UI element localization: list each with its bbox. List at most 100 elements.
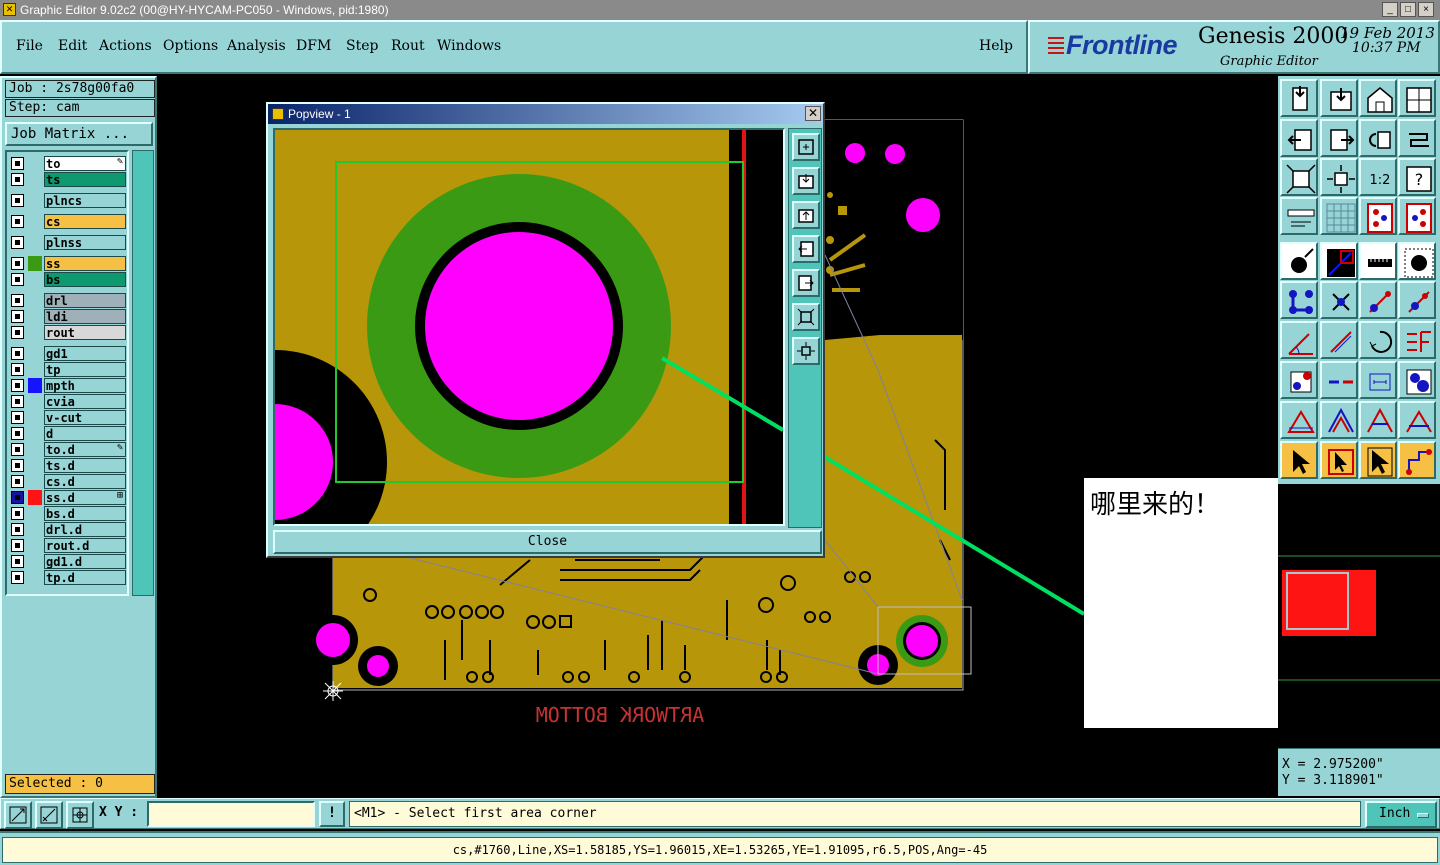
tool-snap-points-alt-button[interactable]: [1398, 197, 1436, 235]
layer-checkbox[interactable]: [11, 395, 24, 408]
layer-row-tp-d[interactable]: tp.d: [9, 570, 127, 585]
layer-checkbox[interactable]: [11, 379, 24, 392]
layer-row-ts[interactable]: ts: [9, 172, 127, 187]
layer-row-plnss[interactable]: plnss: [9, 235, 127, 250]
layer-checkbox[interactable]: [11, 523, 24, 536]
popview-titlebar[interactable]: Popview - 1 ✕: [268, 104, 823, 124]
layer-row-mpth[interactable]: mpth: [9, 378, 127, 393]
popview-pan-left-button[interactable]: [792, 235, 820, 263]
tool-ruler-button[interactable]: [1359, 242, 1397, 280]
popview-fit-button[interactable]: [792, 303, 820, 331]
menu-windows[interactable]: Windows: [437, 38, 501, 54]
xy-input[interactable]: [147, 801, 315, 827]
layer-name[interactable]: ts: [44, 172, 126, 187]
layer-checkbox[interactable]: [11, 257, 24, 270]
layer-name[interactable]: ss.d: [44, 490, 126, 505]
layer-checkbox[interactable]: [11, 539, 24, 552]
layer-row-drl-d[interactable]: drl.d: [9, 522, 127, 537]
layer-row-plncs[interactable]: plncs: [9, 193, 127, 208]
layer-name[interactable]: drl: [44, 293, 126, 308]
layer-checkbox[interactable]: [11, 157, 24, 170]
maximize-button[interactable]: □: [1400, 2, 1416, 17]
layer-checkbox[interactable]: [11, 194, 24, 207]
tool-triangle-c-button[interactable]: [1359, 401, 1397, 439]
tool-triangle-a-button[interactable]: [1280, 401, 1318, 439]
layer-row-rout-d[interactable]: rout.d: [9, 538, 127, 553]
layer-row-cvia[interactable]: cvia: [9, 394, 127, 409]
layer-color-swatch[interactable]: [28, 256, 42, 271]
tool-fit-all-button[interactable]: [1280, 158, 1318, 196]
tool-zoom-home-button[interactable]: [1280, 79, 1318, 117]
popview-zoom-in-button[interactable]: [792, 167, 820, 195]
tool-move-node-button[interactable]: [1280, 361, 1318, 399]
popview-close-button[interactable]: Close: [273, 530, 822, 554]
tool-pad-group-button[interactable]: [1398, 361, 1436, 399]
layer-list-scrollbar[interactable]: [132, 150, 154, 596]
layer-name[interactable]: rout: [44, 325, 126, 340]
tool-add-point-button[interactable]: [1398, 281, 1436, 319]
layer-row-ts-d[interactable]: ts.d: [9, 458, 127, 473]
layer-row-rout[interactable]: rout: [9, 325, 127, 340]
layer-name[interactable]: ts.d: [44, 458, 126, 473]
close-window-button[interactable]: ×: [1418, 2, 1434, 17]
layer-name[interactable]: cvia: [44, 394, 126, 409]
tool-text-tool-button[interactable]: [1398, 321, 1436, 359]
tool-snap-points-button[interactable]: [1359, 197, 1397, 235]
layer-row-to-d[interactable]: to.d ✎: [9, 442, 127, 457]
tool-move-point-button[interactable]: [1359, 281, 1397, 319]
layer-checkbox[interactable]: [11, 475, 24, 488]
layer-checkbox[interactable]: [11, 173, 24, 186]
layer-checkbox[interactable]: [11, 491, 24, 504]
tool-pad-round-button[interactable]: [1398, 242, 1436, 280]
tool-redraw-button[interactable]: [1398, 119, 1436, 157]
tool-undo-view-button[interactable]: [1359, 119, 1397, 157]
menu-edit[interactable]: Edit: [58, 38, 87, 54]
snap-mode-button[interactable]: [4, 801, 32, 829]
menu-analysis[interactable]: Analysis: [227, 38, 286, 54]
layer-name[interactable]: cs: [44, 214, 126, 229]
tool-fit-selected-button[interactable]: [1320, 158, 1358, 196]
tool-split-line-button[interactable]: [1320, 361, 1358, 399]
layer-name[interactable]: ss: [44, 256, 126, 271]
layer-checkbox[interactable]: [11, 310, 24, 323]
tool-dimension-button[interactable]: [1359, 361, 1397, 399]
tool-grid-button[interactable]: [1320, 197, 1358, 235]
layer-name[interactable]: drl.d: [44, 522, 126, 537]
layer-row-cs-d[interactable]: cs.d: [9, 474, 127, 489]
layer-row-ss-d[interactable]: ss.d ⊞: [9, 490, 127, 505]
layer-checkbox[interactable]: [11, 294, 24, 307]
tool-pointer-alt-button[interactable]: [1359, 441, 1397, 479]
menu-dfm[interactable]: DFM: [296, 38, 331, 54]
layer-name[interactable]: plncs: [44, 193, 126, 208]
layer-checkbox[interactable]: [11, 411, 24, 424]
layer-checkbox[interactable]: [11, 347, 24, 360]
layer-row-tp[interactable]: tp: [9, 362, 127, 377]
job-matrix-button[interactable]: Job Matrix ...: [5, 122, 153, 146]
layer-name[interactable]: plnss: [44, 235, 126, 250]
layer-name[interactable]: bs: [44, 272, 126, 287]
execute-button[interactable]: !: [319, 801, 345, 827]
menu-step[interactable]: Step: [346, 38, 378, 54]
overview-map[interactable]: [1278, 484, 1440, 748]
popview-zoom-home-button[interactable]: [792, 133, 820, 161]
tool-measure-button[interactable]: [1280, 197, 1318, 235]
layer-checkbox[interactable]: [11, 363, 24, 376]
tool-scale-1-2-button[interactable]: 1:2: [1359, 158, 1397, 196]
layer-row-drl[interactable]: drl: [9, 293, 127, 308]
layer-row-bs[interactable]: bs: [9, 272, 127, 287]
tool-zoom-in-button[interactable]: [1320, 79, 1358, 117]
tool-triangle-d-button[interactable]: [1398, 401, 1436, 439]
layer-row-bs-d[interactable]: bs.d: [9, 506, 127, 521]
popview-canvas[interactable]: [273, 128, 785, 526]
layer-checkbox[interactable]: [11, 555, 24, 568]
layer-row-gd1-d[interactable]: gd1.d: [9, 554, 127, 569]
menu-actions[interactable]: Actions: [99, 38, 152, 54]
layer-row-gd1[interactable]: gd1: [9, 346, 127, 361]
layer-checkbox[interactable]: [11, 273, 24, 286]
tool-pointer-box-button[interactable]: [1320, 441, 1358, 479]
layer-name[interactable]: gd1: [44, 346, 126, 361]
tool-pointer-button[interactable]: [1280, 441, 1318, 479]
tool-home-button[interactable]: [1359, 79, 1397, 117]
layer-name[interactable]: mpth: [44, 378, 126, 393]
layer-checkbox[interactable]: [11, 571, 24, 584]
